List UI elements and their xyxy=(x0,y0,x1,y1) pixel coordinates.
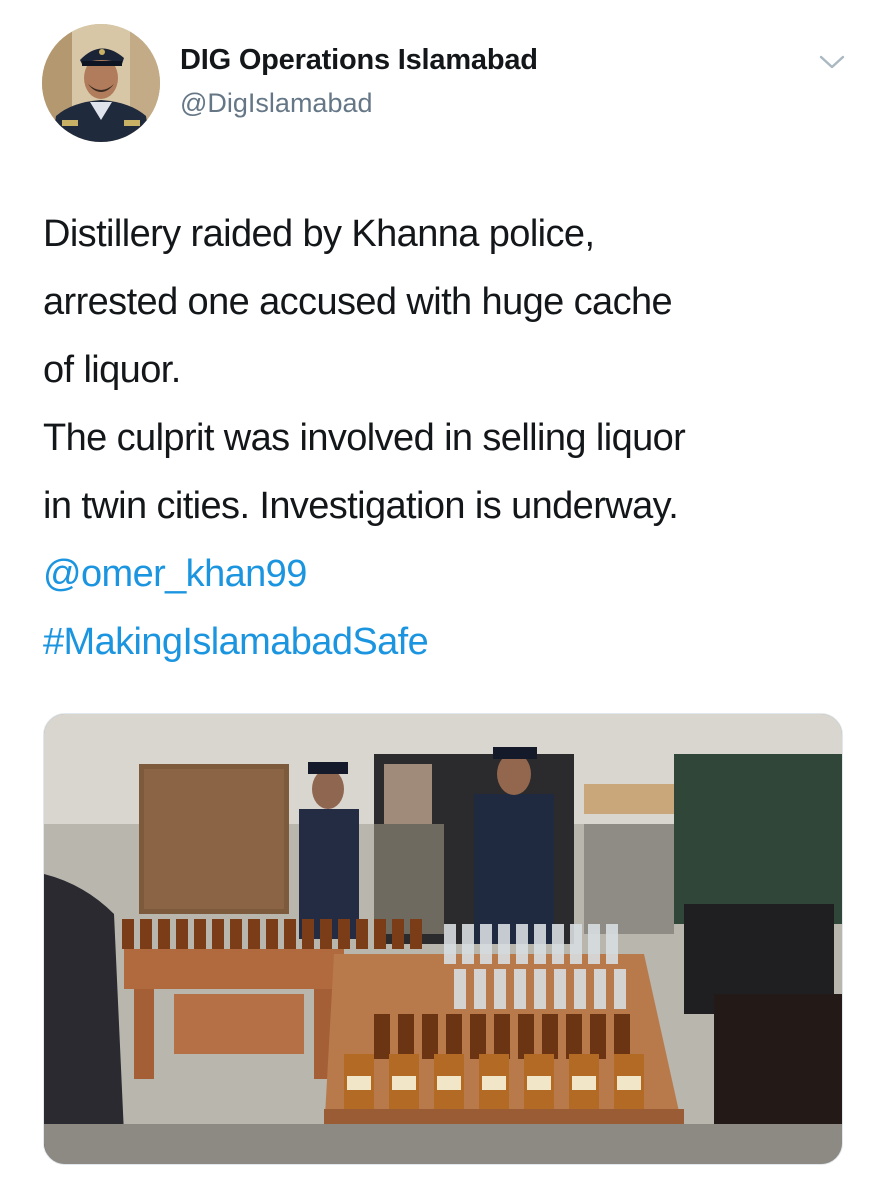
tweet-card: DIG Operations Islamabad @DigIslamabad D… xyxy=(0,0,884,1200)
tweet-text-line: in twin cities. Investigation is underwa… xyxy=(43,485,679,527)
tweet-photo[interactable] xyxy=(43,713,843,1165)
hashtag-link[interactable]: #MakingIslamabadSafe xyxy=(43,608,843,676)
avatar[interactable] xyxy=(42,24,160,142)
display-name[interactable]: DIG Operations Islamabad xyxy=(180,44,538,77)
user-handle[interactable]: @DigIslamabad xyxy=(180,88,373,119)
tweet-text-line: The culprit was involved in selling liqu… xyxy=(43,417,686,459)
tweet-text-line: Distillery raided by Khanna police, xyxy=(43,213,595,255)
chevron-down-icon[interactable] xyxy=(816,50,848,74)
tweet-text-line: of liquor. xyxy=(43,349,181,391)
tweet-text-line: arrested one accused with huge cache xyxy=(43,281,673,323)
tweet-text: Distillery raided by Khanna police, arre… xyxy=(43,200,843,676)
mention-link[interactable]: @omer_khan99 xyxy=(43,540,843,608)
